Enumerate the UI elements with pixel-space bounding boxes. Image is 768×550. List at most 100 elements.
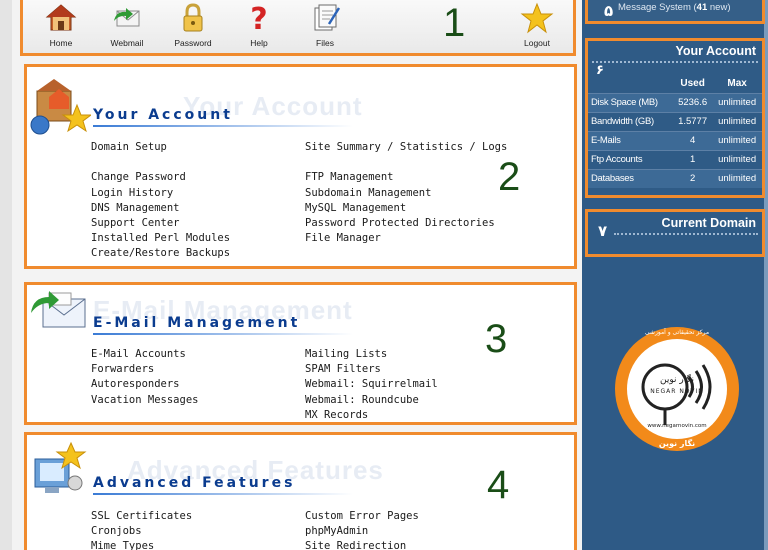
- email-section-title: E-Mail Management: [93, 315, 301, 331]
- stats-label: Databases: [588, 168, 674, 188]
- message-system-box: ۵ Message System (41 new): [585, 0, 765, 24]
- email-links-left: E-Mail Accounts Forwarders Autoresponders V…: [91, 347, 198, 408]
- watermark-tagline: مرکز تحقیقاتی و آموزشی: [644, 329, 710, 336]
- link-domain-setup[interactable]: Domain Setup: [91, 140, 230, 155]
- stats-header-1: Used: [680, 78, 705, 90]
- home-icon: [45, 4, 77, 31]
- link-phpmyadmin[interactable]: phpMyAdmin: [305, 524, 419, 539]
- link-mysql-management[interactable]: MySQL Management: [305, 201, 507, 216]
- stats-header-2: Max: [727, 78, 747, 90]
- account-links-right: Site Summary / Statistics / Logs FTP Mana…: [305, 140, 507, 246]
- link-autoresponders[interactable]: Autoresponders: [91, 377, 198, 392]
- link-create-restore-backups[interactable]: Create/Restore Backups: [91, 246, 230, 261]
- stats-label: Bandwidth (GB): [588, 111, 674, 131]
- email-management-section: E-Mail Management E-Mail Management E-Ma…: [24, 282, 577, 425]
- email-links-right: Mailing Lists SPAM Filters Webmail: Squirr…: [305, 347, 438, 423]
- link-ftp-management[interactable]: FTP Management: [305, 170, 507, 185]
- stats-row: Bandwidth (GB) 1.5777 unlimited: [588, 111, 762, 131]
- link-support-center[interactable]: Support Center: [91, 216, 230, 231]
- link-mx-records[interactable]: MX Records: [305, 408, 438, 423]
- link-forwarders[interactable]: Forwarders: [91, 362, 198, 377]
- current-domain-box: Current Domain ۷: [585, 209, 765, 257]
- lock-icon: [183, 3, 203, 32]
- watermark-latin: NEGAR NOVIN: [650, 388, 704, 395]
- message-suffix: new): [707, 2, 731, 13]
- watermark-brand: نگار نوین: [660, 375, 694, 385]
- link-change-password[interactable]: Change Password: [91, 170, 230, 185]
- link-custom-error-pages[interactable]: Custom Error Pages: [305, 509, 419, 524]
- home-button[interactable]: Home: [31, 2, 91, 48]
- logout-button[interactable]: Logout: [507, 2, 567, 48]
- stats-row: Databases 2 unlimited: [588, 168, 762, 188]
- stats-body: Disk Space (MB) 5236.6 unlimited Bandwidth …: [588, 92, 762, 188]
- advanced-section-title: Advanced Features: [93, 475, 296, 491]
- negar-novin-watermark: نگار نوین NEGAR NOVIN www.negarnovin.com…: [613, 325, 741, 453]
- link-spacer: [305, 155, 507, 170]
- message-system-link[interactable]: Message System (41 new): [618, 2, 730, 13]
- link-login-history[interactable]: Login History: [91, 186, 230, 201]
- link-e-mail-accounts[interactable]: E-Mail Accounts: [91, 347, 198, 362]
- link-cronjobs[interactable]: Cronjobs: [91, 524, 192, 539]
- stats-row: Disk Space (MB) 5236.6 unlimited: [588, 92, 762, 112]
- files-button[interactable]: Files: [295, 2, 355, 48]
- advanced-section-icon: [34, 441, 87, 493]
- link-site-summary-statistics-logs[interactable]: Site Summary / Statistics / Logs: [305, 140, 507, 155]
- stats-used: 5236.6: [673, 92, 713, 112]
- annotation-number-4: 4: [487, 463, 510, 507]
- right-sidebar: ۵ Message System (41 new) Your Account ۶…: [582, 0, 768, 550]
- annotation-number-1: 1: [443, 1, 466, 45]
- link-password-protected-directories[interactable]: Password Protected Directories: [305, 216, 507, 231]
- email-section-rule: [93, 333, 353, 335]
- stats-row: Ftp Accounts 1 unlimited: [588, 149, 762, 169]
- advanced-links-left: SSL Certificates Cronjobs Mime Types: [91, 509, 192, 550]
- stats-header-0: [588, 75, 673, 93]
- message-system-label: Message System (: [618, 2, 697, 13]
- link-vacation-messages[interactable]: Vacation Messages: [91, 393, 198, 408]
- stats-used: 4: [673, 130, 713, 150]
- current-domain-divider: [614, 233, 758, 235]
- annotation-number-3: 3: [485, 317, 508, 361]
- link-dns-management[interactable]: DNS Management: [91, 201, 230, 216]
- link-mailing-lists[interactable]: Mailing Lists: [305, 347, 438, 362]
- stats-max: unlimited: [712, 111, 762, 131]
- top-toolbar: Home Webmail Password ? Help Files Logou…: [20, 0, 576, 56]
- account-stats-divider: [592, 61, 758, 63]
- annotation-number-2: 2: [498, 155, 521, 199]
- message-count: 41: [696, 2, 708, 13]
- advanced-section-rule: [93, 493, 353, 495]
- watermark-url: www.negarnovin.com: [647, 423, 707, 429]
- account-links-left: Domain Setup Change Password Login History…: [91, 140, 230, 262]
- link-spacer: [91, 155, 230, 170]
- account-section-title: Your Account: [93, 107, 233, 123]
- annotation-number-7: ۷: [598, 222, 608, 240]
- stats-label: Disk Space (MB): [588, 92, 674, 112]
- files-icon: [314, 4, 341, 31]
- your-account-section: Your Account Your Account Domain Setup Ch…: [24, 64, 577, 269]
- account-section-icon: [30, 79, 91, 135]
- password-button[interactable]: Password: [163, 2, 223, 48]
- stats-label: E-Mails: [588, 130, 674, 150]
- stats-label: Ftp Accounts: [588, 149, 674, 169]
- link-file-manager[interactable]: File Manager: [305, 231, 507, 246]
- link-webmail-squirrelmail[interactable]: Webmail: Squirrelmail: [305, 377, 438, 392]
- link-installed-perl-modules[interactable]: Installed Perl Modules: [91, 231, 230, 246]
- account-stats-title: Your Account: [675, 44, 756, 58]
- stats-max: unlimited: [712, 130, 762, 150]
- advanced-links-right: Custom Error Pages phpMyAdmin Site Redirec…: [305, 509, 419, 550]
- stats-used: 1.5777: [673, 111, 713, 131]
- help-icon: ?: [250, 2, 267, 34]
- link-ssl-certificates[interactable]: SSL Certificates: [91, 509, 192, 524]
- link-webmail-roundcube[interactable]: Webmail: Roundcube: [305, 393, 438, 408]
- annotation-number-5: ۵: [604, 2, 614, 20]
- main-panel: Home Webmail Password ? Help Files Logou…: [0, 0, 582, 550]
- link-subdomain-management[interactable]: Subdomain Management: [305, 186, 507, 201]
- webmail-button[interactable]: Webmail: [97, 2, 157, 48]
- stats-header-row: Used Max: [588, 75, 762, 93]
- link-spam-filters[interactable]: SPAM Filters: [305, 362, 438, 377]
- stats-row: E-Mails 4 unlimited: [588, 130, 762, 150]
- link-mime-types[interactable]: Mime Types: [91, 539, 192, 550]
- account-stats-box: Your Account ۶ Used Max Disk Space (MB) 52…: [585, 38, 765, 198]
- help-button[interactable]: ? Help: [229, 2, 289, 48]
- link-site-redirection[interactable]: Site Redirection: [305, 539, 419, 550]
- stats-used: 2: [673, 168, 713, 188]
